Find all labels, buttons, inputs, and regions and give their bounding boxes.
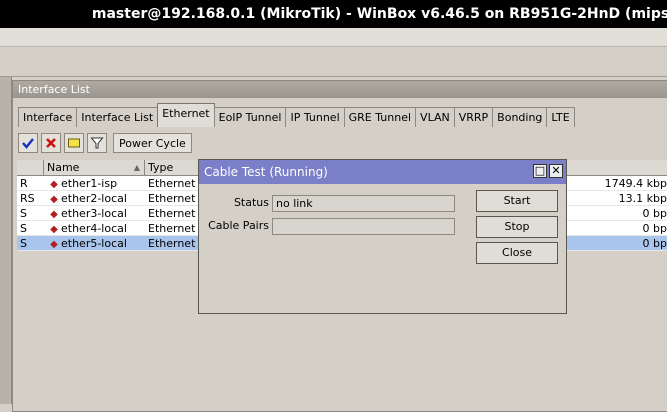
main-toolbar-area bbox=[0, 47, 667, 77]
row-flag: S bbox=[20, 207, 27, 220]
row-name: ether4-local bbox=[61, 222, 127, 235]
row-rate: 1749.4 kbp bbox=[604, 177, 667, 190]
row-name: ether5-local bbox=[61, 237, 127, 250]
window-title: master@192.168.0.1 (MikroTik) - WinBox v… bbox=[91, 6, 667, 22]
row-rate: 0 bp bbox=[642, 237, 667, 250]
tab-vlan[interactable]: VLAN bbox=[415, 107, 455, 127]
tab-lte[interactable]: LTE bbox=[546, 107, 575, 127]
row-type: Ethernet bbox=[148, 192, 196, 205]
cable-test-dialog: Cable Test (Running) □ ✕ Status no link … bbox=[198, 159, 567, 314]
stop-button[interactable]: Stop bbox=[476, 216, 558, 238]
tab-ip-tunnel[interactable]: IP Tunnel bbox=[285, 107, 345, 127]
row-flag: RS bbox=[20, 192, 35, 205]
comment-button[interactable] bbox=[64, 133, 84, 153]
row-type: Ethernet bbox=[148, 177, 196, 190]
side-menu-strip bbox=[0, 77, 12, 404]
row-flag: S bbox=[20, 222, 27, 235]
window-titlebar: master@192.168.0.1 (MikroTik) - WinBox v… bbox=[0, 0, 667, 28]
row-name-cell: ◆ ether4-local bbox=[44, 221, 145, 235]
row-name: ether3-local bbox=[61, 207, 127, 220]
row-name-cell: ◆ ether3-local bbox=[44, 206, 145, 220]
row-name: ether1-isp bbox=[61, 177, 118, 190]
row-name-cell: ◆ ether5-local bbox=[44, 236, 145, 250]
tab-ethernet[interactable]: Ethernet bbox=[157, 103, 215, 127]
disable-button[interactable] bbox=[41, 133, 61, 153]
status-field: no link bbox=[272, 195, 455, 212]
interface-list-title: Interface List bbox=[13, 81, 667, 98]
row-type: Ethernet bbox=[148, 207, 196, 220]
cable-test-titlebar[interactable]: Cable Test (Running) □ ✕ bbox=[199, 160, 566, 184]
col-name[interactable]: Name ▲ bbox=[44, 160, 145, 175]
start-button[interactable]: Start bbox=[476, 190, 558, 212]
row-name-cell: ◆ ether1-isp bbox=[44, 176, 145, 190]
cable-test-title: Cable Test (Running) bbox=[204, 165, 328, 179]
col-type[interactable]: Type bbox=[145, 160, 203, 175]
ethernet-port-icon: ◆ bbox=[50, 209, 58, 220]
col-rate[interactable] bbox=[551, 160, 667, 175]
close-button[interactable]: Close bbox=[476, 242, 558, 264]
status-label: Status bbox=[233, 196, 269, 209]
filter-icon bbox=[90, 137, 104, 149]
ethernet-port-icon: ◆ bbox=[50, 194, 58, 205]
ethernet-port-icon: ◆ bbox=[50, 179, 58, 190]
tab-interface[interactable]: Interface bbox=[18, 107, 78, 127]
tab-bar: Interface Interface List Ethernet EoIP T… bbox=[18, 103, 575, 127]
row-rate: 0 bp bbox=[642, 207, 667, 220]
col-type-label: Type bbox=[148, 161, 174, 174]
row-type: Ethernet bbox=[148, 222, 196, 235]
tab-eoip-tunnel[interactable]: EoIP Tunnel bbox=[213, 107, 287, 127]
row-flag: R bbox=[20, 177, 28, 190]
close-window-button[interactable]: ✕ bbox=[549, 164, 563, 178]
check-icon bbox=[22, 138, 34, 149]
ethernet-port-icon: ◆ bbox=[50, 239, 58, 250]
tab-bonding[interactable]: Bonding bbox=[492, 107, 548, 127]
cable-pairs-label: Cable Pairs bbox=[208, 219, 269, 232]
col-name-label: Name bbox=[47, 161, 80, 174]
row-name: ether2-local bbox=[61, 192, 127, 205]
tab-gre-tunnel[interactable]: GRE Tunnel bbox=[343, 107, 417, 127]
enable-button[interactable] bbox=[18, 133, 38, 153]
note-icon bbox=[68, 138, 80, 148]
row-type: Ethernet bbox=[148, 237, 196, 250]
row-rate: 0 bp bbox=[642, 222, 667, 235]
close-icon: ✕ bbox=[551, 164, 561, 177]
row-rate: 13.1 kbp bbox=[618, 192, 667, 205]
col-flags[interactable] bbox=[17, 160, 44, 175]
maximize-icon: □ bbox=[534, 164, 546, 177]
sort-asc-icon: ▲ bbox=[133, 163, 140, 172]
maximize-button[interactable]: □ bbox=[533, 164, 547, 178]
tab-vrrp[interactable]: VRRP bbox=[453, 107, 494, 127]
power-cycle-button[interactable]: Power Cycle bbox=[113, 133, 192, 153]
filter-button[interactable] bbox=[87, 133, 107, 153]
x-icon bbox=[46, 138, 56, 148]
tab-interface-list[interactable]: Interface List bbox=[76, 107, 159, 127]
ethernet-port-icon: ◆ bbox=[50, 224, 58, 235]
menu-bar bbox=[0, 28, 667, 47]
list-toolbar: Power Cycle bbox=[18, 133, 192, 155]
row-flag: S bbox=[20, 237, 27, 250]
row-name-cell: ◆ ether2-local bbox=[44, 191, 145, 205]
cable-pairs-field bbox=[272, 218, 455, 235]
